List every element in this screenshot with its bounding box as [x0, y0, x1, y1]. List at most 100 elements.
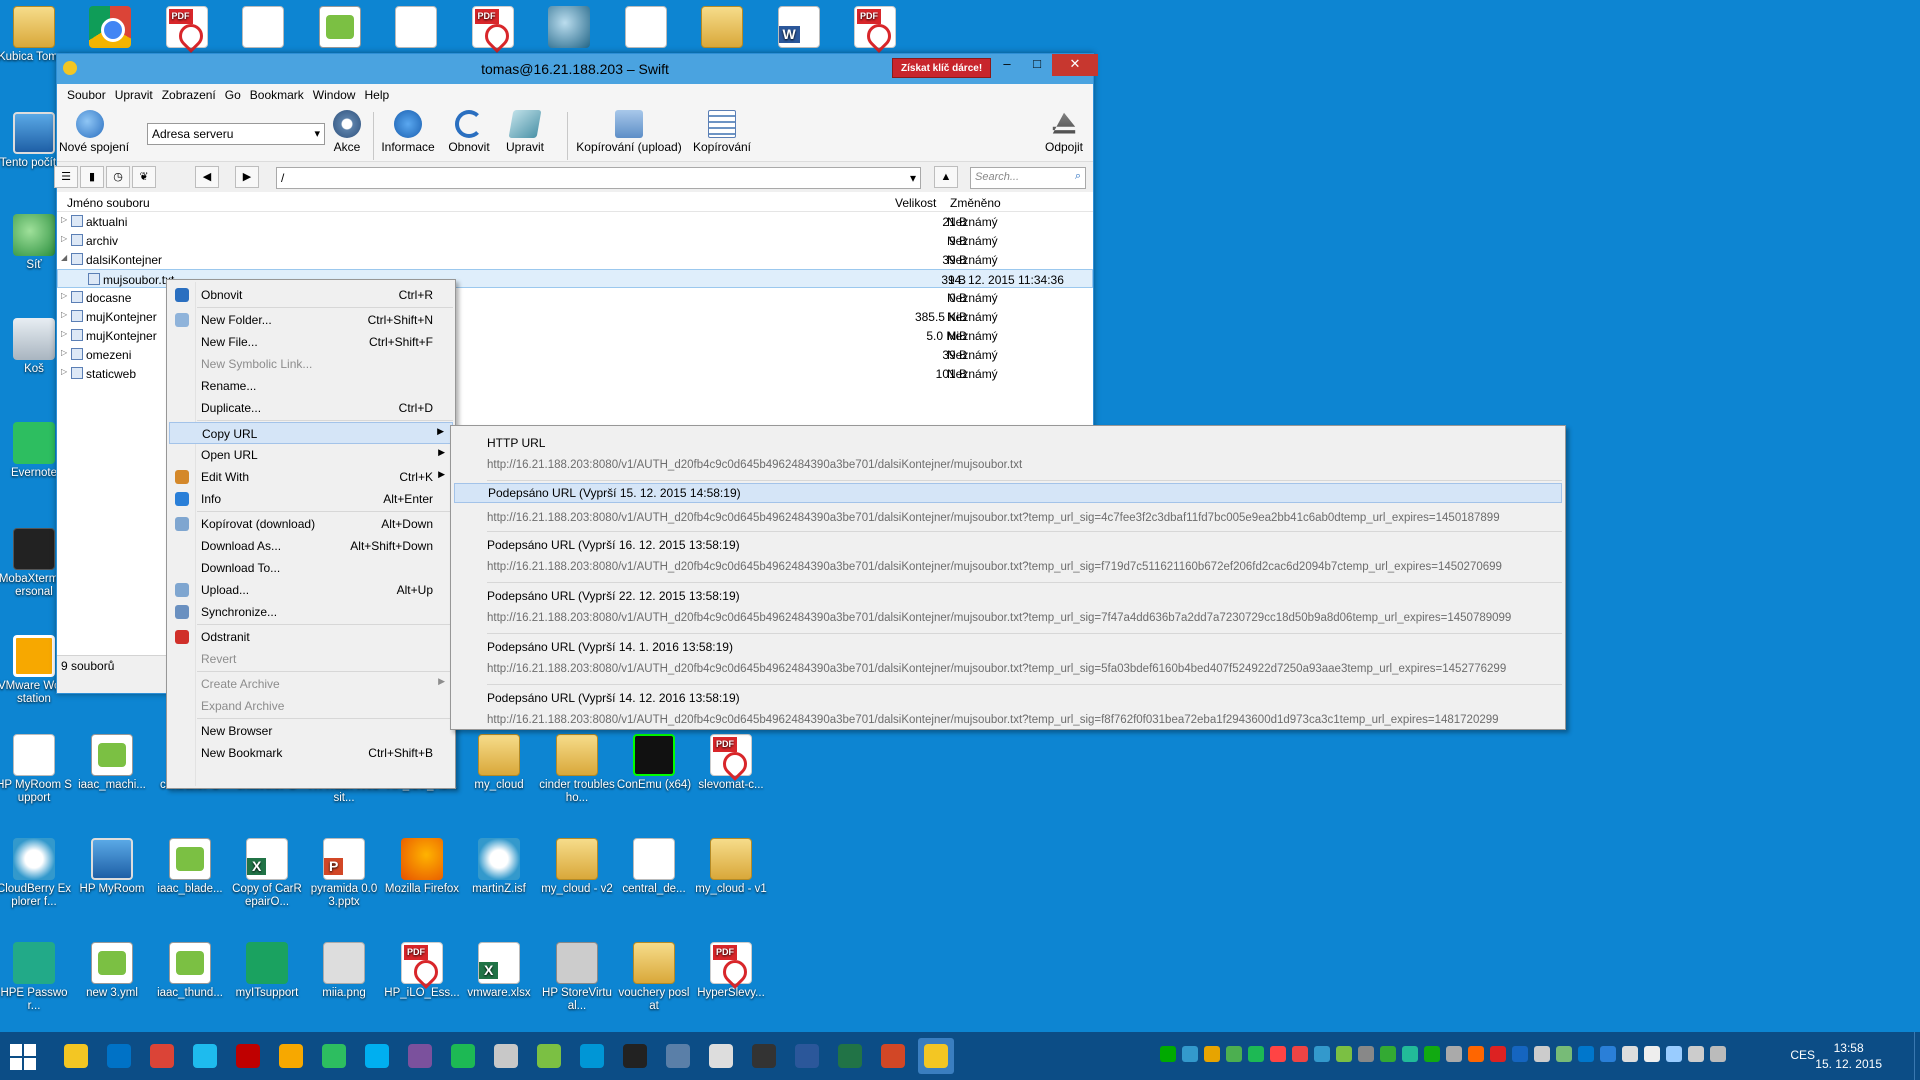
- context-menu-item[interactable]: Info Alt+Enter: [169, 488, 453, 510]
- show-desktop-button[interactable]: [1914, 1032, 1920, 1080]
- taskbar-app-button[interactable]: [445, 1038, 481, 1074]
- taskbar-app-button[interactable]: [273, 1038, 309, 1074]
- desktop-icon[interactable]: [378, 6, 454, 51]
- context-menu-item[interactable]: Synchronize...: [169, 601, 453, 623]
- tree-collapsed-icon[interactable]: ▷: [61, 291, 67, 300]
- column-header-modified[interactable]: Změněno: [950, 196, 1001, 210]
- tray-icon[interactable]: [1534, 1046, 1550, 1062]
- desktop-icon[interactable]: HPE Passwor...: [0, 942, 72, 1013]
- taskbar-app-button[interactable]: [746, 1038, 782, 1074]
- desktop-icon[interactable]: [531, 6, 607, 51]
- input-language[interactable]: CES: [1790, 1048, 1815, 1062]
- desktop-icon[interactable]: central_de...: [616, 838, 692, 896]
- taskbar-app-button[interactable]: [660, 1038, 696, 1074]
- desktop-icon[interactable]: my_cloud - v2: [539, 838, 615, 896]
- desktop-icon[interactable]: [72, 6, 148, 51]
- context-menu-item[interactable]: Odstranit: [169, 626, 453, 648]
- context-menu-item[interactable]: Copy URL ▶: [169, 422, 453, 444]
- actions-button[interactable]: Akce: [327, 110, 367, 154]
- desktop-icon[interactable]: [225, 6, 301, 51]
- bonjour-view-button[interactable]: ❦: [132, 166, 156, 188]
- desktop-icon[interactable]: [837, 6, 913, 51]
- taskbar-app-button[interactable]: [875, 1038, 911, 1074]
- context-menu-item[interactable]: New File... Ctrl+Shift+F: [169, 331, 453, 353]
- file-row[interactable]: ◢ dalsiKontejner 39 B Neznámý: [57, 250, 1093, 269]
- taskbar-app-button[interactable]: [359, 1038, 395, 1074]
- desktop-icon[interactable]: [761, 6, 837, 51]
- desktop-icon[interactable]: [608, 6, 684, 51]
- new-connection-button[interactable]: Nové spojení: [59, 110, 129, 154]
- desktop-icon[interactable]: iaac_blade...: [152, 838, 228, 896]
- copy-url-item[interactable]: Podepsáno URL (Vyprší 14. 12. 2016 13:58…: [454, 685, 1562, 735]
- edit-button[interactable]: Upravit: [499, 110, 551, 154]
- disconnect-button[interactable]: Odpojit: [1039, 110, 1089, 154]
- taskbar-app-button[interactable]: [144, 1038, 180, 1074]
- taskbar-app-button[interactable]: [316, 1038, 352, 1074]
- desktop-icon[interactable]: CloudBerry Explorer f...: [0, 838, 72, 909]
- copy-url-item[interactable]: Podepsáno URL (Vyprší 22. 12. 2015 13:58…: [454, 583, 1562, 633]
- desktop-icon[interactable]: my_cloud - v1: [693, 838, 769, 896]
- title-bar[interactable]: tomas@16.21.188.203 – Swift Získat klíč …: [57, 54, 1098, 84]
- tray-icon[interactable]: [1490, 1046, 1506, 1062]
- tray-icon[interactable]: [1710, 1046, 1726, 1062]
- context-menu-item[interactable]: Edit With Ctrl+K ▶: [169, 466, 453, 488]
- taskbar-app-button[interactable]: [101, 1038, 137, 1074]
- minimize-button[interactable]: –: [992, 54, 1022, 76]
- taskbar-app-button[interactable]: [531, 1038, 567, 1074]
- taskbar-app-button[interactable]: [402, 1038, 438, 1074]
- file-row[interactable]: ▷ aktualni 21 B Neznámý: [57, 212, 1093, 231]
- desktop-icon[interactable]: Mozilla Firefox: [384, 838, 460, 896]
- desktop-icon[interactable]: my_cloud: [461, 734, 537, 792]
- taskbar-app-button[interactable]: [488, 1038, 524, 1074]
- context-menu-item[interactable]: Duplicate... Ctrl+D: [169, 397, 453, 419]
- tray-icon[interactable]: [1446, 1046, 1462, 1062]
- copy-url-item[interactable]: HTTP URL http://16.21.188.203:8080/v1/AUT…: [454, 430, 1562, 480]
- tray-icon[interactable]: [1578, 1046, 1594, 1062]
- tray-icon[interactable]: [1292, 1046, 1308, 1062]
- tree-collapsed-icon[interactable]: ▷: [61, 215, 67, 224]
- menu-zobrazení[interactable]: Zobrazení: [160, 84, 223, 106]
- bookmarks-view-button[interactable]: ▮: [80, 166, 104, 188]
- file-row[interactable]: ▷ archiv 9 B Neznámý: [57, 231, 1093, 250]
- desktop-icon[interactable]: pyramida 0.03.pptx: [306, 838, 382, 909]
- tray-icon[interactable]: [1160, 1046, 1176, 1062]
- taskbar-app-button[interactable]: [187, 1038, 223, 1074]
- context-menu-item[interactable]: Download As... Alt+Shift+Down: [169, 535, 453, 557]
- tray-icon[interactable]: [1688, 1046, 1704, 1062]
- start-button[interactable]: [10, 1044, 36, 1070]
- copy-url-item[interactable]: Podepsáno URL (Vyprší 14. 1. 2016 13:58:…: [454, 634, 1562, 684]
- taskbar-app-button[interactable]: [617, 1038, 653, 1074]
- taskbar-app-button[interactable]: [703, 1038, 739, 1074]
- desktop-icon[interactable]: vmware.xlsx: [461, 942, 537, 1000]
- taskbar-app-button[interactable]: [918, 1038, 954, 1074]
- context-menu-item[interactable]: Obnovit Ctrl+R: [169, 284, 453, 306]
- tray-icon[interactable]: [1314, 1046, 1330, 1062]
- parent-directory-button[interactable]: ▲: [934, 166, 958, 188]
- tray-icon[interactable]: [1666, 1046, 1682, 1062]
- desktop-icon[interactable]: [302, 6, 378, 51]
- context-menu-item[interactable]: Download To...: [169, 557, 453, 579]
- desktop-icon[interactable]: HP StoreVirtual...: [539, 942, 615, 1013]
- desktop-icon[interactable]: martinZ.isf: [461, 838, 537, 896]
- context-menu-item[interactable]: New Folder... Ctrl+Shift+N: [169, 309, 453, 331]
- context-menu-item[interactable]: Kopírovat (download) Alt+Down: [169, 513, 453, 535]
- menu-help[interactable]: Help: [362, 84, 396, 106]
- outline-view-button[interactable]: ☰: [54, 166, 78, 188]
- tray-icon[interactable]: [1248, 1046, 1264, 1062]
- taskbar-app-button[interactable]: [789, 1038, 825, 1074]
- history-view-button[interactable]: ◷: [106, 166, 130, 188]
- tray-icon[interactable]: [1556, 1046, 1572, 1062]
- promo-button[interactable]: Získat klíč dárce!: [892, 58, 992, 78]
- context-menu-item[interactable]: Upload... Alt+Up: [169, 579, 453, 601]
- desktop-icon[interactable]: HP_iLO_Ess...: [384, 942, 460, 1000]
- context-menu-item[interactable]: Rename...: [169, 375, 453, 397]
- tray-icon[interactable]: [1622, 1046, 1638, 1062]
- tray-icon[interactable]: [1336, 1046, 1352, 1062]
- desktop-icon[interactable]: HP MyRoom: [74, 838, 150, 896]
- column-header-name[interactable]: Jméno souboru: [67, 196, 150, 210]
- taskbar-app-button[interactable]: [230, 1038, 266, 1074]
- taskbar-app-button[interactable]: [832, 1038, 868, 1074]
- tray-icon[interactable]: [1468, 1046, 1484, 1062]
- column-header-size[interactable]: Velikost: [895, 196, 936, 210]
- desktop-icon[interactable]: new 3.yml: [74, 942, 150, 1000]
